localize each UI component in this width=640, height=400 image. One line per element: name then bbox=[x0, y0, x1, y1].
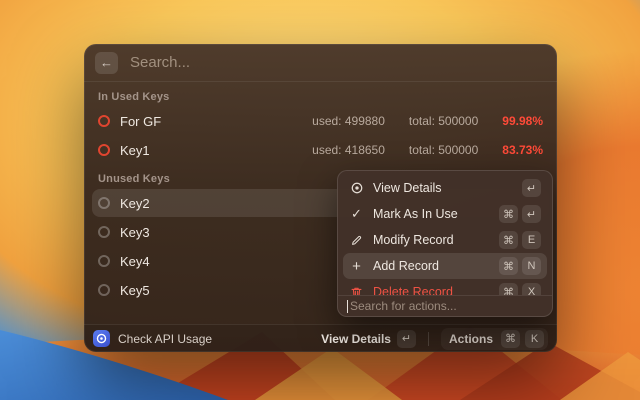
key-status-ring-icon bbox=[98, 115, 110, 127]
launcher-window: ← In Used Keys For GF used: 499880 total… bbox=[84, 44, 557, 352]
actions-menu: View Details ↵ ✓ Mark As In Use ⌘ ↵ Modi… bbox=[337, 170, 553, 317]
n-keycap: N bbox=[522, 257, 541, 275]
key-label: For GF bbox=[120, 113, 162, 129]
menu-item-label: Add Record bbox=[373, 259, 440, 273]
eye-icon bbox=[349, 181, 364, 195]
actions-label: Actions bbox=[448, 331, 493, 346]
desktop: ← In Used Keys For GF used: 499880 total… bbox=[0, 0, 640, 400]
actions-search-bar bbox=[338, 295, 552, 316]
extension-name: Check API Usage bbox=[118, 331, 213, 346]
menu-item-view-details[interactable]: View Details ↵ bbox=[343, 175, 547, 201]
key-status-ring-icon bbox=[98, 284, 110, 296]
return-keycap: ↵ bbox=[522, 205, 541, 223]
actions-menu-list: View Details ↵ ✓ Mark As In Use ⌘ ↵ Modi… bbox=[338, 171, 552, 295]
key-label: Key3 bbox=[120, 224, 150, 240]
usage-percent: 83.73% bbox=[502, 143, 543, 157]
menu-item-modify-record[interactable]: Modify Record ⌘ E bbox=[343, 227, 547, 253]
plus-icon: + bbox=[352, 257, 361, 275]
menu-item-delete-record[interactable]: Delete Record ⌘ X bbox=[343, 279, 547, 295]
primary-action-label: View Details bbox=[321, 331, 391, 346]
text-cursor bbox=[347, 299, 348, 313]
back-button[interactable]: ← bbox=[95, 51, 118, 74]
gauge-icon bbox=[96, 333, 107, 344]
actions-button[interactable]: Actions ⌘ K bbox=[440, 327, 548, 350]
list-item-key1[interactable]: Key1 used: 418650 total: 500000 83.73% bbox=[92, 136, 549, 164]
menu-item-add-record[interactable]: + Add Record ⌘ N bbox=[343, 253, 547, 279]
pencil-icon bbox=[349, 234, 364, 247]
search-bar: ← bbox=[84, 44, 557, 82]
return-keycap: ↵ bbox=[396, 329, 416, 348]
search-input[interactable] bbox=[130, 54, 546, 71]
primary-action-button[interactable]: View Details ↵ bbox=[321, 329, 416, 348]
section-title-in-used: In Used Keys bbox=[98, 91, 170, 103]
used-count: used: 418650 bbox=[312, 143, 385, 157]
key-status-ring-icon bbox=[98, 197, 110, 209]
used-count: used: 499880 bbox=[312, 114, 385, 128]
actions-search-input[interactable] bbox=[350, 299, 543, 313]
menu-item-label: Delete Record bbox=[373, 285, 453, 295]
key-status-ring-icon bbox=[98, 144, 110, 156]
cmd-keycap: ⌘ bbox=[499, 205, 518, 223]
k-keycap: K bbox=[525, 329, 544, 348]
cmd-keycap: ⌘ bbox=[499, 257, 518, 275]
menu-item-label: Mark As In Use bbox=[373, 207, 458, 221]
menu-item-label: View Details bbox=[373, 181, 442, 195]
back-arrow-icon: ← bbox=[100, 55, 113, 70]
menu-item-mark-as-in-use[interactable]: ✓ Mark As In Use ⌘ ↵ bbox=[343, 201, 547, 227]
e-keycap: E bbox=[522, 231, 541, 249]
return-keycap: ↵ bbox=[522, 179, 541, 197]
list-item-for-gf[interactable]: For GF used: 499880 total: 500000 99.98% bbox=[92, 107, 549, 135]
total-count: total: 500000 bbox=[408, 114, 479, 128]
trash-icon bbox=[349, 286, 364, 295]
app-icon bbox=[93, 330, 110, 347]
key-status-ring-icon bbox=[98, 226, 110, 238]
key-status-ring-icon bbox=[98, 255, 110, 267]
footer-divider bbox=[427, 331, 429, 346]
x-keycap: X bbox=[522, 283, 541, 295]
status-bar: Check API Usage View Details ↵ Actions ⌘… bbox=[84, 324, 557, 352]
cmd-keycap: ⌘ bbox=[499, 231, 518, 249]
menu-item-label: Modify Record bbox=[373, 233, 454, 247]
key-label: Key1 bbox=[120, 142, 150, 158]
key-label: Key2 bbox=[120, 195, 150, 211]
cmd-keycap: ⌘ bbox=[499, 283, 518, 295]
total-count: total: 500000 bbox=[408, 143, 479, 157]
key-label: Key4 bbox=[120, 253, 150, 269]
check-icon: ✓ bbox=[351, 206, 362, 221]
cmd-keycap: ⌘ bbox=[501, 329, 520, 348]
key-label: Key5 bbox=[120, 282, 150, 298]
usage-percent: 99.98% bbox=[502, 114, 543, 128]
